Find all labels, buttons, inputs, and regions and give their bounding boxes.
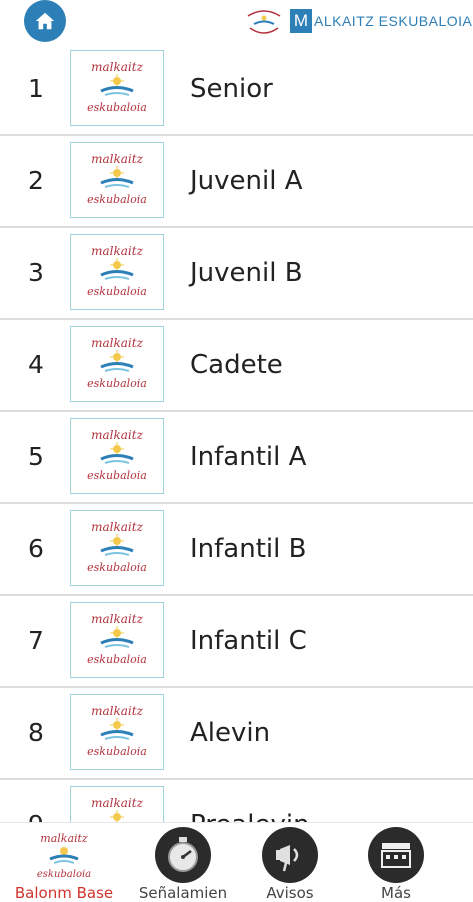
club-logo-icon: malkaitz eskubaloia: [87, 704, 147, 758]
logo-text-top: malkaitz: [91, 428, 143, 442]
home-button[interactable]: [24, 0, 66, 42]
brand-wordmark: M ALKAITZ ESKUBALOIA: [290, 8, 472, 34]
team-logo: malkaitz eskubaloia: [70, 142, 164, 218]
team-name: Cadete: [190, 350, 283, 380]
nav-item-avisos[interactable]: Avisos: [240, 823, 340, 901]
nav-item-balonm-base[interactable]: malkaitz eskubaloia Balonm Base: [14, 823, 114, 901]
logo-text-bottom: eskubaloia: [87, 101, 147, 114]
logo-text-top: malkaitz: [91, 336, 143, 350]
logo-text-bottom: eskubaloia: [87, 561, 147, 574]
nav-logo-bottom: eskubaloia: [37, 869, 91, 880]
team-number: 2: [28, 166, 44, 195]
team-name: Juvenil B: [190, 258, 303, 288]
club-logo-icon: malkaitz eskubaloia: [87, 244, 147, 298]
team-logo: malkaitz eskubaloia: [70, 510, 164, 586]
team-name: Infantil A: [190, 442, 307, 472]
nav-item-mas[interactable]: Más: [346, 823, 446, 901]
bottom-navigation: malkaitz eskubaloia Balonm Base Señalami…: [0, 822, 473, 901]
nav-label: Señalamien: [138, 884, 228, 902]
logo-text-top: malkaitz: [91, 796, 143, 810]
team-row[interactable]: 8 malkaitz eskubaloia Alevin: [0, 688, 473, 780]
team-number: 8: [28, 718, 44, 747]
logo-text-bottom: eskubaloia: [87, 377, 147, 390]
team-row[interactable]: 6 malkaitz eskubaloia Infantil B: [0, 504, 473, 596]
team-name: Prealevin: [190, 780, 310, 822]
team-name: Infantil C: [190, 626, 307, 656]
brand-letter: M: [290, 9, 312, 33]
nav-label: Balonm Base: [14, 884, 114, 902]
team-logo: malkaitz eskubaloia: [70, 418, 164, 494]
club-logo-icon: malkaitz eskubaloia: [87, 152, 147, 206]
team-row[interactable]: 3 malkaitz eskubaloia Juvenil B: [0, 228, 473, 320]
club-logo-icon: [247, 10, 281, 34]
team-name: Senior: [190, 74, 273, 104]
club-logo-icon: malkaitz eskubaloia: [36, 827, 92, 883]
stopwatch-icon: [155, 827, 211, 883]
team-logo: malkaitz eskubaloia: [70, 50, 164, 126]
team-row[interactable]: 7 malkaitz eskubaloia Infantil C: [0, 596, 473, 688]
logo-text-bottom: eskubaloia: [87, 469, 147, 482]
logo-text-bottom: eskubaloia: [87, 193, 147, 206]
home-icon: [35, 12, 55, 30]
team-row[interactable]: 2 malkaitz eskubaloia Juvenil A: [0, 136, 473, 228]
team-number: 3: [28, 258, 44, 287]
team-logo: malkaitz eskubaloia: [70, 602, 164, 678]
logo-text-top: malkaitz: [91, 520, 143, 534]
more-icon: [368, 827, 424, 883]
team-row[interactable]: 9 malkaitzeskubaloia Prealevin: [0, 780, 473, 822]
logo-text-bottom: eskubaloia: [87, 653, 147, 666]
logo-text-bottom: eskubaloia: [87, 745, 147, 758]
top-bar: M ALKAITZ ESKUBALOIA: [0, 0, 473, 44]
logo-text-top: malkaitz: [91, 60, 143, 74]
club-logo-icon: malkaitz eskubaloia: [87, 612, 147, 666]
team-number: 5: [28, 442, 44, 471]
team-logo: malkaitz eskubaloia: [70, 326, 164, 402]
logo-text-top: malkaitz: [91, 152, 143, 166]
club-logo-icon: malkaitz eskubaloia: [87, 336, 147, 390]
nav-logo-top: malkaitz: [40, 832, 88, 845]
team-name: Juvenil A: [190, 166, 303, 196]
logo-text-top: malkaitz: [91, 704, 143, 718]
nav-item-senalamientos[interactable]: Señalamien: [133, 823, 233, 901]
logo-text-top: malkaitz: [91, 612, 143, 626]
team-logo: malkaitz eskubaloia: [70, 694, 164, 770]
team-row[interactable]: 4 malkaitz eskubaloia Cadete: [0, 320, 473, 412]
team-name: Infantil B: [190, 534, 307, 564]
team-number: 6: [28, 534, 44, 563]
team-number: 4: [28, 350, 44, 379]
team-number: 7: [28, 626, 44, 655]
team-number: 9: [28, 780, 44, 822]
team-row[interactable]: 1 malkaitz eskubaloia Senior: [0, 44, 473, 136]
club-logo-icon: malkaitzeskubaloia: [91, 796, 144, 822]
brand-text: ALKAITZ ESKUBALOIA: [314, 13, 473, 29]
nav-label: Avisos: [266, 884, 314, 902]
team-number: 1: [28, 74, 44, 103]
club-logo-icon: malkaitz eskubaloia: [87, 428, 147, 482]
logo-text-bottom: eskubaloia: [87, 285, 147, 298]
team-row[interactable]: 5 malkaitz eskubaloia Infantil A: [0, 412, 473, 504]
team-name: Alevin: [190, 718, 271, 748]
team-logo: malkaitz eskubaloia: [70, 234, 164, 310]
nav-label: Más: [381, 884, 411, 902]
club-logo-icon: malkaitz eskubaloia: [87, 60, 147, 114]
club-logo-icon: malkaitz eskubaloia: [87, 520, 147, 574]
logo-text-top: malkaitz: [91, 244, 143, 258]
team-logo: malkaitzeskubaloia: [70, 786, 164, 822]
megaphone-icon: [262, 827, 318, 883]
team-list: 1 malkaitz eskubaloia Senior 2 malkaitz eskuba…: [0, 44, 473, 822]
